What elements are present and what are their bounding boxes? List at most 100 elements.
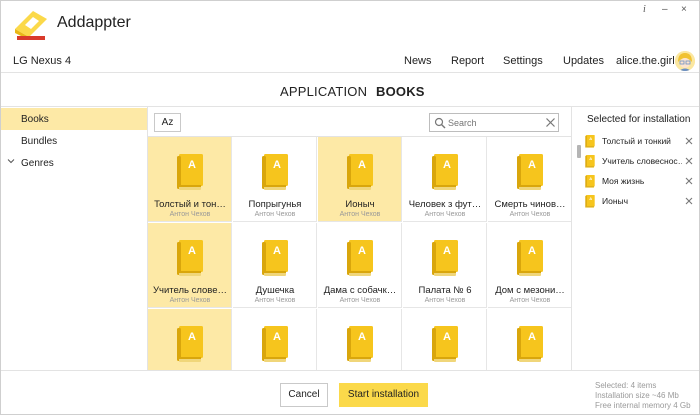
book-author: Антон Чехов (424, 297, 466, 304)
book-tile[interactable]: A (148, 309, 232, 370)
avatar[interactable] (675, 51, 695, 71)
svg-text:A: A (443, 159, 451, 171)
clear-icon[interactable] (545, 117, 556, 128)
book-title: Дама с собачк… (323, 285, 397, 296)
book-tile[interactable]: A (488, 309, 571, 370)
book-title: Дом с мезони… (495, 285, 565, 296)
book-icon: A (432, 154, 458, 190)
addappter-logo-icon (15, 11, 47, 40)
nav-report[interactable]: Report (451, 55, 484, 67)
selected-item: A Моя жизнь (585, 174, 697, 190)
book-author: Антон Чехов (339, 297, 381, 304)
device-name[interactable]: LG Nexus 4 (13, 55, 71, 67)
book-title: Учитель слове… (152, 285, 228, 296)
search-input[interactable] (448, 116, 540, 130)
sidebar-item-books[interactable]: Books (1, 108, 147, 130)
book-icon: A (585, 195, 595, 208)
selected-item-label: Моя жизнь (602, 176, 645, 186)
tab-books[interactable]: BOOKS (376, 84, 425, 99)
book-author: Антон Чехов (254, 211, 296, 218)
selected-count: Selected: 4 items (595, 381, 657, 390)
selected-item: A Учитель словеснос… (585, 154, 697, 170)
tab-application[interactable]: APPLICATION (280, 84, 367, 99)
cancel-button[interactable]: Cancel (280, 383, 328, 407)
svg-text:A: A (188, 245, 196, 257)
svg-text:A: A (589, 156, 592, 161)
close-icon[interactable] (685, 157, 693, 165)
book-tile[interactable]: A Попрыгунья Антон Чехов (233, 137, 317, 222)
start-installation-button[interactable]: Start installation (339, 383, 428, 407)
info-button[interactable]: i (643, 5, 646, 15)
book-tile[interactable]: A Дом с мезони… Антон Чехов (488, 223, 571, 308)
close-icon[interactable] (685, 197, 693, 205)
svg-text:A: A (273, 245, 281, 257)
svg-text:A: A (443, 331, 451, 343)
sort-button[interactable]: Az (154, 113, 181, 132)
section-tabs: APPLICATION BOOKS (1, 74, 699, 107)
book-icon: A (347, 154, 373, 190)
book-tile[interactable]: A Ионыч Антон Чехов (318, 137, 402, 222)
book-icon: A (177, 240, 203, 276)
book-icon: A (432, 240, 458, 276)
user-name[interactable]: alice.the.girl (616, 55, 675, 67)
book-author: Антон Чехов (169, 297, 211, 304)
book-tile[interactable]: A (403, 309, 487, 370)
sidebar-item-genres[interactable]: Genres (1, 152, 147, 174)
nav-news[interactable]: News (404, 55, 432, 67)
book-tile[interactable]: A Толстый и тон… Антон Чехов (148, 137, 232, 222)
book-title: Ионыч (345, 199, 375, 210)
book-title: Толстый и тон… (154, 199, 226, 210)
book-tile[interactable]: A Человек з фут… Антон Чехов (403, 137, 487, 222)
selected-panel: Selected for installation A Толстый и тон… (571, 107, 699, 370)
book-icon: A (517, 154, 543, 190)
svg-text:A: A (188, 331, 196, 343)
book-icon: A (517, 326, 543, 362)
sidebar-item-bundles[interactable]: Bundles (1, 130, 147, 152)
close-window-button[interactable]: × (681, 5, 687, 15)
sidebar-item-label: Bundles (21, 136, 58, 147)
chevron-down-icon[interactable] (7, 157, 15, 165)
book-icon: A (585, 155, 595, 168)
svg-text:A: A (589, 136, 592, 141)
selected-item: A Ионыч (585, 194, 697, 210)
book-icon: A (177, 326, 203, 362)
book-icon: A (177, 154, 203, 190)
svg-text:A: A (528, 245, 536, 257)
svg-text:A: A (358, 159, 366, 171)
svg-text:A: A (589, 196, 592, 201)
book-icon: A (585, 135, 595, 148)
book-icon: A (517, 240, 543, 276)
book-title: Человек з фут… (408, 199, 482, 210)
installation-size: Installation size ~46 Mb (595, 391, 679, 400)
sidebar-item-label: Books (21, 114, 49, 125)
book-tile[interactable]: A Палата № 6 Антон Чехов (403, 223, 487, 308)
book-tile[interactable]: A Дама с собачк… Антон Чехов (318, 223, 402, 308)
book-author: Антон Чехов (509, 297, 551, 304)
books-main: Az AТолстый и тон…Антон ЧеховAПопрыгунья… (148, 107, 571, 370)
book-icon: A (347, 240, 373, 276)
sidebar: Books Bundles Genres (1, 107, 148, 370)
book-title: Душечка (255, 285, 295, 296)
book-tile[interactable]: A Учитель слове… Антон Чехов (148, 223, 232, 308)
book-icon: A (347, 326, 373, 362)
book-icon: A (432, 326, 458, 362)
minimize-button[interactable]: – (662, 5, 668, 15)
close-icon[interactable] (685, 177, 693, 185)
svg-text:A: A (589, 176, 592, 181)
book-tile[interactable]: A Душечка Антон Чехов (233, 223, 317, 308)
book-tile[interactable]: A (233, 309, 317, 370)
selected-item: A Толстый и тонкий (585, 134, 697, 150)
book-author: Антон Чехов (509, 211, 551, 218)
close-icon[interactable] (685, 137, 693, 145)
book-tile[interactable]: A Смерть чинов… Антон Чехов (488, 137, 571, 222)
book-title: Смерть чинов… (494, 199, 566, 210)
book-title: Палата № 6 (418, 285, 472, 296)
sidebar-item-label: Genres (21, 158, 54, 169)
svg-text:A: A (273, 159, 281, 171)
scrollbar[interactable] (577, 145, 581, 158)
nav-updates[interactable]: Updates (563, 55, 604, 67)
book-tile[interactable]: A (318, 309, 402, 370)
nav-settings[interactable]: Settings (503, 55, 543, 67)
book-author: Антон Чехов (254, 297, 296, 304)
svg-text:A: A (528, 331, 536, 343)
